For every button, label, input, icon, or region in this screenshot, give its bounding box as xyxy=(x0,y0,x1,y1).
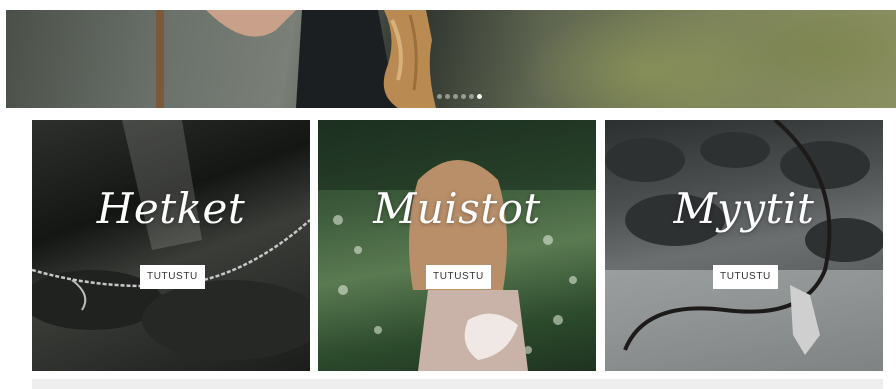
category-card-hetket[interactable]: Hetket TUTUSTU xyxy=(32,120,310,371)
card-title: Hetket xyxy=(96,184,246,233)
tutustu-button[interactable]: TUTUSTU xyxy=(713,265,778,289)
slider-dot[interactable] xyxy=(445,94,450,99)
category-card-muistot[interactable]: Muistot TUTUSTU xyxy=(318,120,596,371)
card-image xyxy=(318,120,596,371)
slider-dot[interactable] xyxy=(469,94,474,99)
tutustu-button[interactable]: TUTUSTU xyxy=(426,265,491,289)
hero-slider[interactable] xyxy=(6,10,896,108)
slider-dots xyxy=(437,94,482,99)
card-image xyxy=(605,120,883,371)
card-image xyxy=(32,120,310,360)
slider-dot[interactable] xyxy=(461,94,466,99)
next-section-edge xyxy=(32,379,883,389)
slider-dot[interactable] xyxy=(453,94,458,99)
slider-dot-active[interactable] xyxy=(477,94,482,99)
category-card-myytit[interactable]: Myytit TUTUSTU xyxy=(605,120,883,371)
card-title: Myytit xyxy=(673,184,815,233)
card-title: Muistot xyxy=(373,184,541,233)
tutustu-button[interactable]: TUTUSTU xyxy=(140,265,205,289)
slider-dot[interactable] xyxy=(437,94,442,99)
